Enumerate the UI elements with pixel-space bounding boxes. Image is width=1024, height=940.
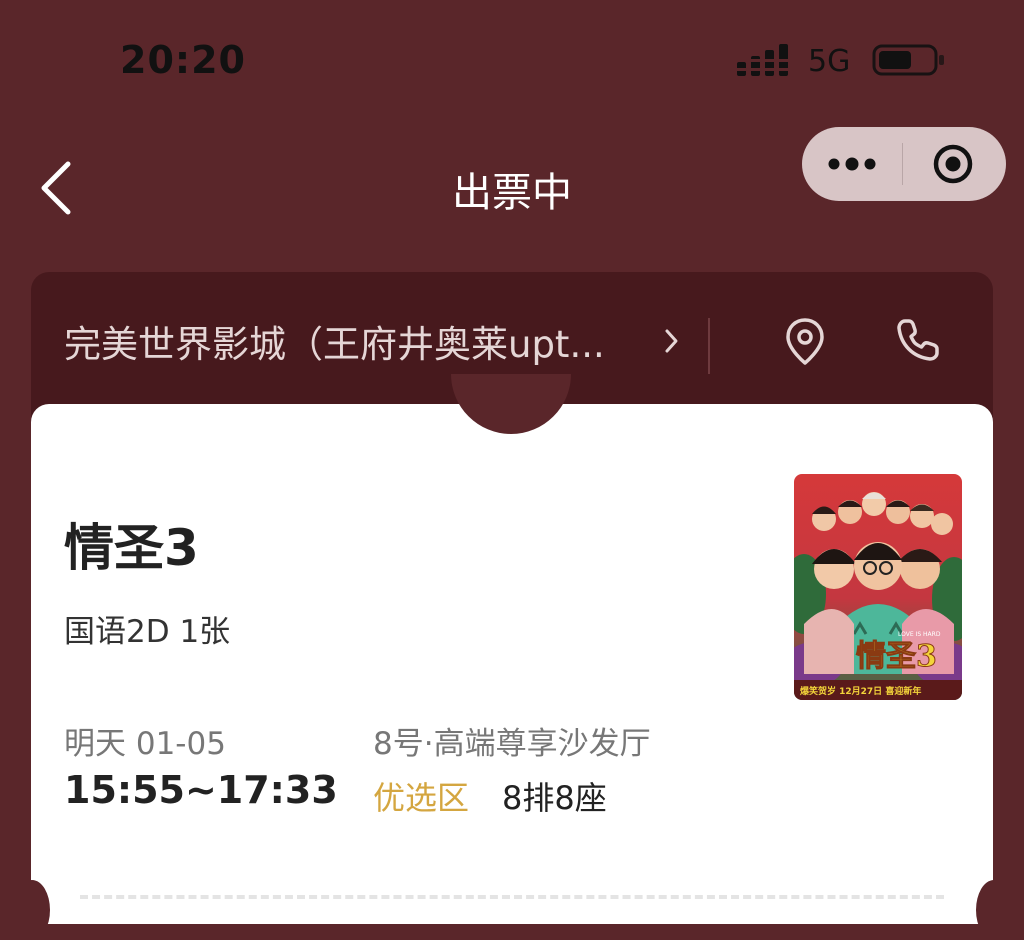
seat-zone: 优选区 xyxy=(373,779,470,817)
ticket-perforation xyxy=(80,895,944,899)
close-mini-program-button[interactable] xyxy=(903,127,1003,201)
movie-format: 国语2D 1张 xyxy=(64,614,231,650)
more-icon xyxy=(828,157,876,171)
cinema-name[interactable]: 完美世界影城（王府井奥莱upt... xyxy=(64,314,605,368)
more-button[interactable] xyxy=(802,127,902,201)
status-time: 20:20 xyxy=(120,38,246,82)
movie-title: 情圣3 xyxy=(64,519,199,577)
phone-icon[interactable] xyxy=(893,315,943,365)
seat-number: 8排8座 xyxy=(502,779,607,817)
show-date: 明天 01-05 xyxy=(64,726,226,762)
battery-icon xyxy=(872,44,944,76)
ticket-side-notch xyxy=(14,880,50,940)
divider xyxy=(708,318,710,374)
ticket-side-notch xyxy=(976,880,1012,940)
poster-release: 爆笑贺岁 12月27日 喜迎新年 xyxy=(800,685,921,697)
mini-program-capsule xyxy=(802,127,1006,201)
poster-title: 情圣3 xyxy=(856,639,937,674)
location-icon[interactable] xyxy=(780,316,830,366)
close-target-icon xyxy=(933,144,973,184)
show-time: 15:55~17:33 xyxy=(64,768,338,812)
hall-name: 8号·高端尊享沙发厅 xyxy=(373,726,651,762)
poster-tagline: LOVE IS HARD xyxy=(898,631,941,638)
network-type: 5G xyxy=(808,44,851,79)
chevron-right-icon[interactable] xyxy=(662,322,682,360)
signal-icon xyxy=(737,44,788,76)
movie-poster[interactable]: 情圣3 LOVE IS HARD 爆笑贺岁 12月27日 喜迎新年 xyxy=(794,474,962,700)
